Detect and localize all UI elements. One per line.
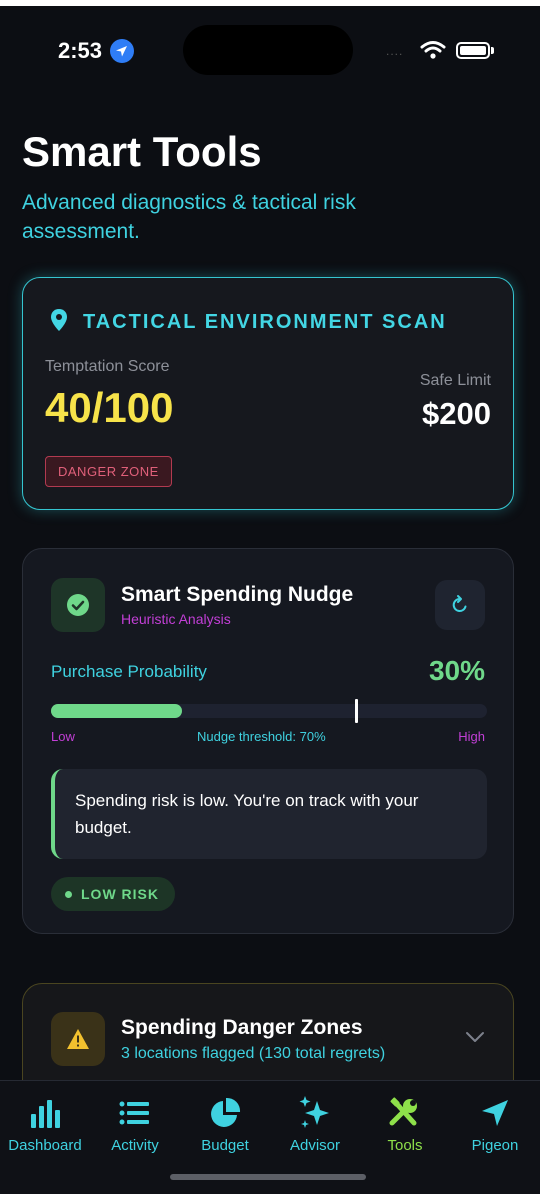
probability-bar-fill: [51, 704, 182, 718]
purchase-probability-label: Purchase Probability: [51, 662, 207, 681]
refresh-icon: [452, 595, 467, 612]
tab-label: Pigeon: [471, 1137, 519, 1154]
tab-pigeon[interactable]: Pigeon: [450, 1081, 540, 1194]
purchase-probability-value: 30%: [428, 655, 485, 686]
probability-bar: [51, 699, 487, 723]
bar-low-label: Low: [51, 729, 75, 744]
bar-high-label: High: [458, 729, 485, 744]
safe-limit-label: Safe Limit: [419, 372, 491, 389]
list-icon: [119, 1095, 151, 1131]
tab-activity[interactable]: Activity: [90, 1081, 180, 1194]
temptation-score-label: Temptation Score: [45, 358, 170, 375]
danger-zones-subtitle: 3 locations flagged (130 total regrets): [121, 1045, 386, 1062]
refresh-button[interactable]: [435, 580, 485, 630]
battery-icon: [456, 42, 490, 59]
battery-cap: [491, 47, 494, 54]
scan-title: TACTICAL ENVIRONMENT SCAN: [83, 311, 447, 333]
nudge-threshold-marker: [355, 699, 359, 723]
location-services-icon: [110, 39, 134, 63]
warning-icon-box: [51, 1012, 105, 1066]
chevron-down-icon[interactable]: [465, 1030, 485, 1048]
tools-icon: [388, 1095, 422, 1131]
nudge-message-box: Spending risk is low. You're on track wi…: [51, 769, 487, 859]
tab-label: Dashboard: [8, 1137, 82, 1154]
tab-dashboard[interactable]: Dashboard: [0, 1081, 90, 1194]
safe-limit-value: $200: [422, 396, 491, 431]
danger-zones-title: Spending Danger Zones: [121, 1016, 363, 1039]
danger-zone-badge: DANGER ZONE: [45, 456, 172, 487]
nudge-message: Spending risk is low. You're on track wi…: [75, 791, 419, 837]
tab-label: Tools: [387, 1137, 423, 1154]
dynamic-island: [183, 25, 353, 75]
right-border: [540, 0, 550, 1194]
tab-label: Advisor: [289, 1137, 341, 1154]
nudge-status-icon-box: [51, 578, 105, 632]
risk-dot-icon: [65, 890, 72, 898]
status-time: 2:53: [58, 38, 103, 63]
bar-threshold-label: Nudge threshold: 70%: [197, 729, 326, 744]
nudge-title: Smart Spending Nudge: [121, 583, 354, 606]
check-circle-icon: [67, 594, 89, 616]
phone-screen: 2:53 .... Smart Tools Advanced diagnosti…: [0, 6, 540, 1194]
scan-title-row: TACTICAL ENVIRONMENT SCAN: [49, 308, 447, 337]
location-pin-icon: [49, 308, 69, 337]
risk-level-badge: LOW RISK: [51, 877, 175, 911]
page-subtitle: Advanced diagnostics & tactical risk ass…: [22, 191, 356, 243]
cellular-signal-icon: ....: [386, 44, 404, 58]
wifi-icon: [420, 40, 446, 65]
pie-chart-icon: [209, 1095, 241, 1131]
tab-tools[interactable]: Tools: [360, 1081, 450, 1194]
spending-nudge-card: Smart Spending Nudge Heuristic Analysis …: [22, 548, 514, 934]
sparkles-icon: [297, 1095, 333, 1131]
tab-label: Budget: [201, 1137, 249, 1154]
page-title: Smart Tools: [22, 128, 262, 175]
nudge-subtitle: Heuristic Analysis: [121, 611, 231, 627]
bar-chart-icon: [29, 1095, 61, 1131]
tactical-scan-card: TACTICAL ENVIRONMENT SCAN Temptation Sco…: [22, 277, 514, 510]
tab-label: Activity: [111, 1137, 159, 1154]
risk-level-text: LOW RISK: [81, 886, 159, 902]
navigation-arrow-icon: [480, 1095, 510, 1131]
warning-icon: [67, 1029, 89, 1049]
home-indicator[interactable]: [170, 1174, 366, 1180]
temptation-score-value: 40/100: [45, 384, 174, 431]
